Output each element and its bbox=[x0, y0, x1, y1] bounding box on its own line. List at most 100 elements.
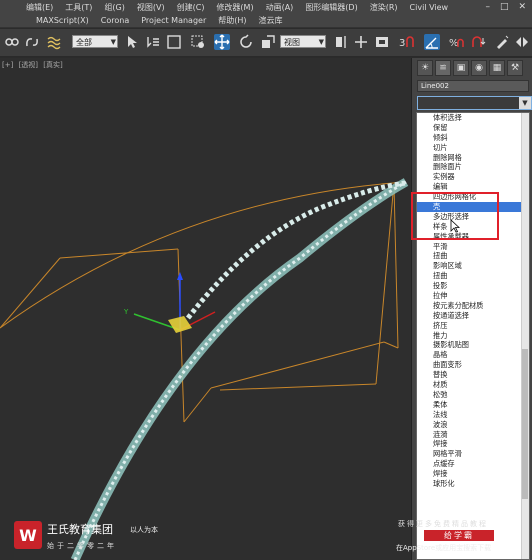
use-pivot-center-icon[interactable] bbox=[333, 34, 349, 50]
menu-edit[interactable]: 编辑(E) bbox=[20, 2, 59, 13]
modifier-list-item[interactable]: 拉伸 bbox=[417, 291, 529, 301]
modifier-list-item[interactable]: 法线 bbox=[417, 410, 529, 420]
modifier-list-item[interactable]: 晶格 bbox=[417, 350, 529, 360]
mirror-icon[interactable] bbox=[514, 34, 530, 50]
reference-coordinate-value: 视图 bbox=[284, 38, 300, 47]
modifier-list-item[interactable]: 波浪 bbox=[417, 420, 529, 430]
modifier-list-dropdown[interactable]: ▼ bbox=[417, 96, 532, 110]
modifier-list-item[interactable]: 材质 bbox=[417, 380, 529, 390]
modifier-list-item[interactable]: 柔体 bbox=[417, 400, 529, 410]
modifier-list-item[interactable]: 编辑 bbox=[417, 182, 529, 192]
menu-create[interactable]: 创建(C) bbox=[171, 2, 211, 13]
menu-views[interactable]: 视图(V) bbox=[131, 2, 171, 13]
close-icon[interactable]: ✕ bbox=[518, 2, 526, 12]
modifier-list-item[interactable]: 扭曲 bbox=[417, 271, 529, 281]
create-tab-icon[interactable]: ☀ bbox=[417, 60, 433, 76]
modifier-list-item[interactable]: 挤压 bbox=[417, 321, 529, 331]
select-manipulate-icon[interactable] bbox=[353, 34, 369, 50]
window-crossing-icon[interactable] bbox=[190, 34, 206, 50]
modifier-list-item[interactable]: 影响区域 bbox=[417, 261, 529, 271]
promo-line-1: 获得更多免费精品教程 bbox=[398, 520, 488, 528]
modifier-list-item[interactable]: 网格平滑 bbox=[417, 449, 529, 459]
selection-filter-dropdown[interactable]: 全部 ▼ bbox=[72, 35, 118, 48]
modifier-list-item[interactable]: 按通道选择 bbox=[417, 311, 529, 321]
modifier-list-item[interactable]: 摄影机贴图 bbox=[417, 340, 529, 350]
modifier-list-item[interactable]: 曲面变形 bbox=[417, 360, 529, 370]
modifier-list-item[interactable]: 焊接 bbox=[417, 439, 529, 449]
modifier-list-item[interactable]: 实例器 bbox=[417, 172, 529, 182]
modifier-list-item[interactable]: 松弛 bbox=[417, 390, 529, 400]
perspective-viewport[interactable]: Y [+] [透视] [真实] bbox=[0, 58, 411, 560]
menu-corona[interactable]: Corona bbox=[95, 16, 135, 25]
display-tab-icon[interactable]: ▦ bbox=[489, 60, 505, 76]
percent-snap-icon[interactable]: % bbox=[448, 34, 464, 50]
brand-since: 始于二零零二年 bbox=[47, 542, 117, 550]
command-panel: ☀ ≌ ▣ ◉ ▦ ⚒ Line002 ▼ 体积选择 保留 倾斜 切片 删除网格 删除面片… bbox=[411, 58, 532, 560]
modifier-list-item[interactable]: 扭曲 bbox=[417, 251, 529, 261]
unlink-icon[interactable] bbox=[24, 34, 40, 50]
modifier-list-item[interactable]: 球形化 bbox=[417, 479, 529, 489]
selection-filter-value: 全部 bbox=[76, 38, 92, 47]
brand-name: 王氏教育集团 bbox=[47, 523, 113, 536]
spinner-snap-icon[interactable] bbox=[470, 34, 486, 50]
svg-text:3: 3 bbox=[399, 38, 405, 49]
menu-animation[interactable]: 动画(A) bbox=[260, 2, 300, 13]
viewport-menu-plus[interactable]: [+] bbox=[2, 61, 13, 69]
chevron-down-icon: ▼ bbox=[110, 38, 116, 46]
link-icon[interactable] bbox=[4, 34, 20, 50]
viewport-shading[interactable]: [真实] bbox=[43, 61, 62, 69]
viewport-view-type[interactable]: [透视] bbox=[19, 61, 38, 69]
menu-bar: 编辑(E) 工具(T) 组(G) 视图(V) 创建(C) 修改器(M) 动画(A… bbox=[0, 0, 532, 28]
reference-coordinate-dropdown[interactable]: 视图 ▼ bbox=[280, 35, 326, 48]
modifier-list-item[interactable]: 点缓存 bbox=[417, 459, 529, 469]
select-object-icon[interactable] bbox=[124, 34, 140, 50]
menu-maxscript[interactable]: MAXScript(X) bbox=[30, 16, 95, 25]
edit-named-selection-icon[interactable] bbox=[494, 34, 510, 50]
motion-tab-icon[interactable]: ◉ bbox=[471, 60, 487, 76]
menu-civil-view[interactable]: Civil View bbox=[404, 3, 455, 12]
snaps-toggle-icon[interactable]: 3 bbox=[398, 34, 414, 50]
menu-help[interactable]: 帮助(H) bbox=[212, 15, 252, 26]
object-name-field[interactable]: Line002 bbox=[417, 80, 529, 92]
menu-project-manager[interactable]: Project Manager bbox=[135, 16, 212, 25]
keyboard-shortcut-override-icon[interactable] bbox=[374, 34, 390, 50]
modifier-list-item[interactable]: 涟漪 bbox=[417, 430, 529, 440]
select-by-name-icon[interactable] bbox=[145, 34, 161, 50]
modifier-list-item[interactable]: 删除网格 bbox=[417, 153, 529, 163]
modifier-list-item[interactable]: 替换 bbox=[417, 370, 529, 380]
select-and-move-icon[interactable] bbox=[214, 34, 230, 50]
modifier-list-item[interactable]: 体积选择 bbox=[417, 113, 529, 123]
modify-tab-icon[interactable]: ≌ bbox=[435, 60, 451, 76]
modifier-list-item[interactable]: 保留 bbox=[417, 123, 529, 133]
menu-modifiers[interactable]: 修改器(M) bbox=[210, 2, 259, 13]
brand-motto: 以人为本 bbox=[130, 526, 158, 534]
hierarchy-tab-icon[interactable]: ▣ bbox=[453, 60, 469, 76]
utilities-tab-icon[interactable]: ⚒ bbox=[507, 60, 523, 76]
rectangular-selection-icon[interactable] bbox=[166, 34, 182, 50]
menu-group[interactable]: 组(G) bbox=[98, 2, 130, 13]
modifier-list-item[interactable]: 投影 bbox=[417, 281, 529, 291]
modifier-list-item[interactable]: 焊接 bbox=[417, 469, 529, 479]
modifier-list-item[interactable]: 倾斜 bbox=[417, 133, 529, 143]
modifier-list-scrollbar[interactable] bbox=[521, 113, 529, 559]
chevron-down-icon[interactable]: ▼ bbox=[519, 97, 531, 109]
modifier-list-item[interactable]: 平滑 bbox=[417, 242, 529, 252]
bind-spacewarp-icon[interactable] bbox=[46, 34, 62, 50]
modifier-list-item[interactable]: 切片 bbox=[417, 143, 529, 153]
menu-row-1: 编辑(E) 工具(T) 组(G) 视图(V) 创建(C) 修改器(M) 动画(A… bbox=[20, 1, 454, 13]
modifier-list-item[interactable]: 按元素分配材质 bbox=[417, 301, 529, 311]
angle-snap-icon[interactable] bbox=[424, 34, 440, 50]
modifier-list-item[interactable]: 删除面片 bbox=[417, 162, 529, 172]
select-and-rotate-icon[interactable] bbox=[238, 34, 254, 50]
select-and-scale-icon[interactable] bbox=[260, 34, 276, 50]
menu-tools[interactable]: 工具(T) bbox=[59, 2, 98, 13]
modifier-list[interactable]: 体积选择 保留 倾斜 切片 删除网格 删除面片 实例器 编辑 四边形网格化壳多边形选择 样条 属性承… bbox=[416, 112, 530, 560]
menu-graph-editors[interactable]: 图形编辑器(D) bbox=[299, 2, 363, 13]
menu-rendering[interactable]: 渲染(R) bbox=[364, 2, 404, 13]
viewport-label[interactable]: [+] [透视] [真实] bbox=[2, 60, 66, 70]
scrollbar-thumb[interactable] bbox=[522, 349, 528, 499]
minimize-icon[interactable]: – bbox=[485, 2, 490, 12]
menu-xuanyun[interactable]: 渲云库 bbox=[253, 15, 289, 26]
modifier-list-item[interactable]: 推力 bbox=[417, 331, 529, 341]
restore-icon[interactable]: □ bbox=[500, 2, 509, 12]
